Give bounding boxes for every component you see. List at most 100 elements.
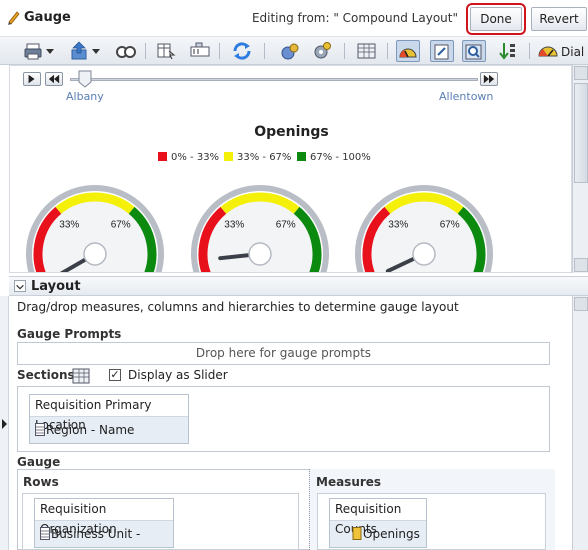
column-icon	[40, 527, 50, 540]
slider-track[interactable]	[70, 78, 478, 81]
legend-swatch-yellow	[224, 152, 233, 161]
print-icon[interactable]	[22, 40, 46, 62]
gauge-dial-1: 0%33%67%100%	[26, 185, 164, 272]
gauge-hub	[248, 242, 272, 266]
gauge-section-title: Gauge	[17, 455, 61, 469]
legend-item: 0% - 33%	[158, 152, 219, 163]
sections-icon[interactable]	[355, 40, 379, 62]
legend-swatch-red	[158, 152, 167, 161]
gauge-tick-label: 67%	[440, 219, 460, 230]
column-icon	[35, 423, 45, 436]
slider-start-label: Albany	[66, 90, 104, 103]
scroll-up-arrow[interactable]	[574, 297, 588, 311]
layout-title: Layout	[31, 279, 81, 294]
layout-instructions: Drag/drop measures, columns and hierarch…	[17, 300, 459, 314]
measures-title: Measures	[316, 475, 382, 489]
preview-icon[interactable]	[114, 40, 138, 62]
chart-title: Openings	[254, 124, 329, 140]
legend-label: 67% - 100%	[310, 152, 371, 163]
editing-from-text: Editing from: " Compound Layout"	[251, 11, 458, 25]
zoom-icon[interactable]	[462, 40, 486, 62]
legend-label: 33% - 67%	[237, 152, 292, 163]
table-icon[interactable]	[154, 40, 178, 62]
toolbar-separator	[529, 43, 530, 59]
gauge-hub	[83, 242, 107, 266]
rows-panel[interactable]: Rows Requisition Organization Business U…	[17, 469, 307, 550]
add-icon[interactable]	[278, 40, 302, 62]
pencil-icon	[8, 11, 20, 25]
rows-column-card[interactable]: Requisition Organization Business Unit -…	[34, 498, 174, 548]
legend-swatch-green	[297, 152, 306, 161]
column-header: Requisition Organization	[35, 499, 173, 536]
measure-icon	[352, 527, 362, 540]
layout-header[interactable]: Layout	[9, 276, 588, 296]
edit-icon[interactable]	[430, 40, 454, 62]
display-as-slider-label: Display as Slider	[128, 368, 228, 382]
column-header: Requisition Counts	[330, 499, 426, 536]
measures-panel[interactable]: Measures Requisition Counts Openings	[309, 469, 555, 550]
format-icon[interactable]	[188, 40, 212, 62]
sections-dropzone[interactable]: Requisition Primary Location Region - Na…	[17, 386, 550, 452]
measures-column-card[interactable]: Requisition Counts Openings	[329, 498, 427, 548]
column-item-label: Openings	[363, 527, 420, 541]
column-header: Requisition Primary Location	[30, 395, 188, 432]
sections-title: Sections	[17, 368, 75, 382]
view-title: Gauge	[24, 10, 71, 25]
left-splitter[interactable]	[0, 296, 9, 550]
gauge-tick-label: 33%	[59, 219, 79, 230]
expand-arrow-icon[interactable]	[2, 419, 7, 429]
slider-back-button[interactable]	[45, 72, 63, 86]
scroll-thumb[interactable]	[574, 83, 588, 183]
scroll-down-arrow[interactable]	[574, 258, 588, 272]
legend-label: 0% - 33%	[171, 152, 220, 163]
display-as-slider-checkbox[interactable]: ✓	[109, 369, 121, 381]
print-dropdown-arrow[interactable]	[46, 49, 54, 54]
slider-forward-button[interactable]	[480, 72, 498, 86]
column-item-label: Region - Name	[46, 423, 135, 437]
gauge-dial-2: 0%33%67%100%	[191, 185, 329, 272]
gauge-tick-label: 33%	[224, 219, 244, 230]
column-item[interactable]: Business Unit - Name	[35, 521, 173, 547]
gauge-preview: Albany Allentown Openings 0% - 33% 33% -…	[9, 65, 572, 273]
rows-dropzone[interactable]: Requisition Organization Business Unit -…	[22, 493, 299, 550]
legend-item: 33% - 67%	[224, 152, 291, 163]
legend-item: 67% - 100%	[297, 152, 371, 163]
toolbar-separator	[219, 43, 220, 59]
slider-play-button[interactable]	[23, 72, 41, 86]
gauge-tick-label: 33%	[388, 219, 408, 230]
gauge-hub	[412, 242, 436, 266]
layout-scrollbar[interactable]	[572, 296, 588, 550]
toolbar-separator	[264, 43, 265, 59]
column-item-label: Business Unit - Name	[51, 527, 141, 541]
preview-scrollbar[interactable]	[572, 65, 588, 273]
export-dropdown-arrow[interactable]	[92, 49, 100, 54]
scroll-up-arrow[interactable]	[574, 66, 588, 80]
export-icon[interactable]	[68, 40, 92, 62]
gauge-prompts-title: Gauge Prompts	[17, 327, 122, 341]
dial-type-icon[interactable]	[537, 40, 559, 62]
toolbar-separator	[387, 43, 388, 59]
done-button[interactable]: Done	[466, 3, 526, 35]
column-item[interactable]: Region - Name	[30, 417, 188, 443]
slider-thumb[interactable]	[78, 70, 92, 88]
sections-column-card[interactable]: Requisition Primary Location Region - Na…	[29, 394, 189, 444]
revert-button[interactable]: Revert	[531, 7, 587, 31]
refresh-icon[interactable]	[230, 40, 254, 62]
gauge-icon[interactable]	[396, 40, 420, 62]
settings-icon[interactable]	[310, 40, 334, 62]
toolbar-separator	[344, 43, 345, 59]
toolbar: Dial	[0, 37, 588, 65]
toolbar-separator	[145, 43, 146, 59]
rows-title: Rows	[23, 475, 59, 489]
gauge-dial-3: 0%33%67%100%	[355, 185, 493, 272]
gauge-tick-label: 67%	[111, 219, 131, 230]
sections-properties-icon[interactable]	[72, 368, 90, 384]
title-bar: Gauge Editing from: " Compound Layout" D…	[0, 0, 588, 37]
measures-dropzone[interactable]: Requisition Counts Openings	[317, 493, 546, 550]
sort-icon[interactable]	[496, 40, 520, 62]
collapse-chevron-icon[interactable]	[14, 280, 26, 292]
gauge-prompts-dropzone[interactable]: Drop here for gauge prompts	[17, 342, 550, 365]
dial-type-label[interactable]: Dial	[561, 45, 584, 59]
slider-end-label: Allentown	[439, 90, 494, 103]
gauge-tick-label: 67%	[276, 219, 296, 230]
